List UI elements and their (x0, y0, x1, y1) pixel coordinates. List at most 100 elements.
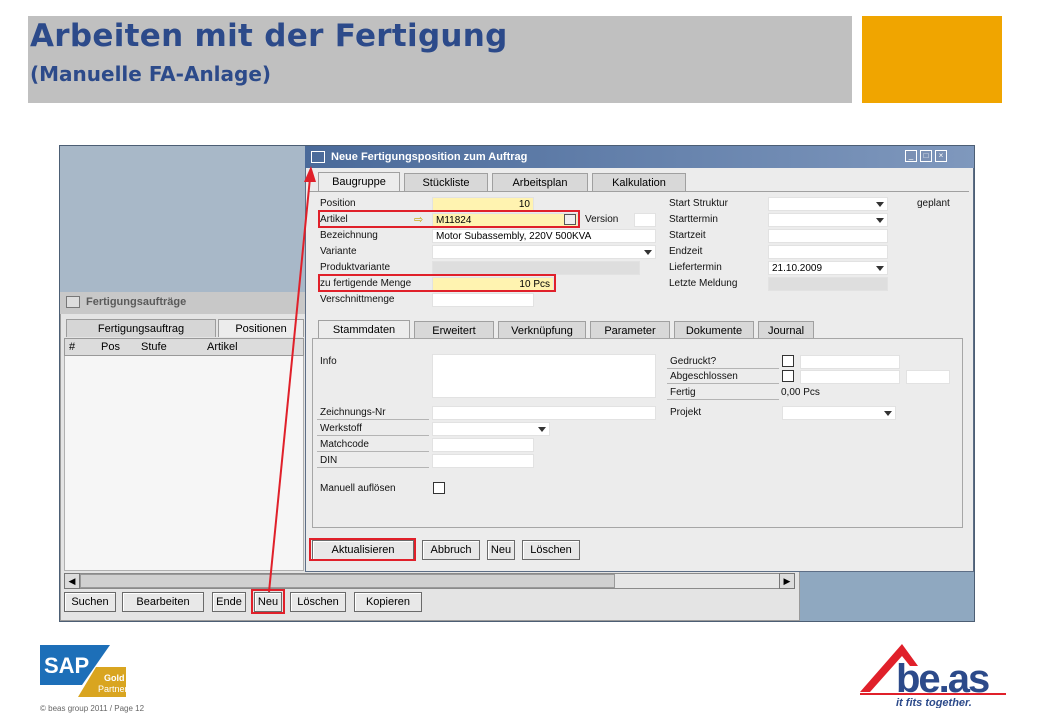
svg-text:Gold: Gold (104, 673, 125, 683)
scroll-left-icon[interactable]: ◀ (64, 573, 80, 589)
kopieren-button[interactable]: Kopieren (354, 592, 422, 612)
chevron-down-icon[interactable] (884, 411, 892, 416)
tab-erweitert[interactable]: Erweitert (414, 321, 494, 339)
suchen-button[interactable]: Suchen (64, 592, 116, 612)
projekt-select[interactable] (782, 406, 896, 420)
chevron-down-icon[interactable] (644, 250, 652, 255)
tab-journal[interactable]: Journal (758, 321, 814, 339)
din-field[interactable] (432, 454, 534, 468)
close-icon[interactable]: × (935, 150, 947, 162)
position-label: Position (320, 198, 356, 209)
scroll-thumb[interactable] (80, 574, 615, 588)
start-struktur-select[interactable] (768, 197, 888, 211)
abgeschlossen-field[interactable] (800, 370, 900, 384)
matchcode-label: Matchcode (317, 437, 429, 452)
accent-block (862, 16, 1002, 103)
gedruckt-label: Gedruckt? (667, 354, 779, 369)
verschnitt-label: Verschnittmenge (320, 294, 395, 305)
tab-verknuepfung[interactable]: Verknüpfung (498, 321, 586, 339)
manuell-aufloesen-label: Manuell auflösen (320, 483, 396, 494)
produktvariante-label: Produktvariante (320, 262, 391, 273)
din-label: DIN (317, 453, 429, 468)
tab-parameter[interactable]: Parameter (590, 321, 670, 339)
tab-dokumente[interactable]: Dokumente (674, 321, 754, 339)
gedruckt-field[interactable] (800, 355, 900, 369)
col-nr[interactable]: # (69, 341, 75, 353)
slide-title: Arbeiten mit der Fertigung (30, 18, 508, 54)
beas-logo: be.as it fits together. (860, 644, 1006, 708)
start-struktur-label: Start Struktur (669, 198, 728, 209)
tab-baugruppe[interactable]: Baugruppe (318, 172, 400, 192)
fertig-label: Fertig (667, 385, 779, 400)
position-field[interactable]: 10 (432, 197, 534, 211)
variante-select[interactable] (432, 245, 656, 259)
abgeschlossen-label: Abgeschlossen (667, 369, 779, 384)
variante-label: Variante (320, 246, 357, 257)
starttermin-label: Starttermin (669, 214, 718, 225)
letzte-meldung-label: Letzte Meldung (669, 278, 738, 289)
produktvariante-field (432, 261, 640, 275)
minimize-icon[interactable]: _ (905, 150, 917, 162)
maximize-icon[interactable]: □ (920, 150, 932, 162)
svg-text:be.as: be.as (896, 657, 989, 701)
zeichnungs-nr-label: Zeichnungs-Nr (317, 405, 429, 420)
svg-text:Partner: Partner (98, 684, 126, 694)
col-artikel[interactable]: Artikel (207, 341, 238, 353)
tab-arbeitsplan[interactable]: Arbeitsplan (492, 173, 588, 191)
menge-highlight (318, 274, 556, 292)
tab-stueckliste[interactable]: Stückliste (404, 173, 488, 191)
status-text: geplant (917, 198, 950, 209)
werkstoff-label: Werkstoff (317, 421, 429, 436)
endzeit-field[interactable] (768, 245, 888, 259)
version-field[interactable] (634, 213, 656, 227)
sap-gold-partner-logo: SAP Gold Partner (40, 645, 126, 697)
slide-subtitle: (Manuelle FA-Anlage) (30, 62, 272, 86)
svg-text:SAP: SAP (44, 653, 89, 678)
tab-kalkulation[interactable]: Kalkulation (592, 173, 686, 191)
dialog-loeschen-button[interactable]: Löschen (522, 540, 580, 560)
window-icon (66, 296, 80, 308)
chevron-down-icon[interactable] (876, 266, 884, 271)
gedruckt-checkbox[interactable] (782, 355, 794, 367)
abbruch-button[interactable]: Abbruch (422, 540, 480, 560)
footer-text: © beas group 2011 / Page 12 (40, 704, 145, 713)
tab-divider (309, 191, 969, 192)
bearbeiten-button[interactable]: Bearbeiten (122, 592, 204, 612)
chevron-down-icon[interactable] (876, 202, 884, 207)
version-label: Version (585, 214, 619, 225)
chevron-down-icon[interactable] (876, 218, 884, 223)
letzte-meldung-field (768, 277, 888, 291)
scroll-right-icon[interactable]: ▶ (779, 573, 795, 589)
tab-stammdaten[interactable]: Stammdaten (318, 320, 410, 340)
svg-text:it fits together.: it fits together. (896, 697, 972, 708)
dialog-neu-button[interactable]: Neu (487, 540, 515, 560)
bezeichnung-label: Bezeichnung (320, 230, 378, 241)
col-pos[interactable]: Pos (101, 341, 120, 353)
fertig-value: 0,00 Pcs (781, 387, 820, 398)
liefertermin-label: Liefertermin (669, 262, 722, 273)
starttermin-select[interactable] (768, 213, 888, 227)
ende-button[interactable]: Ende (212, 592, 246, 612)
abgeschlossen-extra-field[interactable] (906, 370, 950, 384)
artikel-highlight (318, 210, 580, 228)
matchcode-field[interactable] (432, 438, 534, 452)
tab-fertigungsauftrag[interactable]: Fertigungsauftrag (66, 319, 216, 337)
sap-background-strip (800, 572, 974, 621)
startzeit-field[interactable] (768, 229, 888, 243)
abgeschlossen-checkbox[interactable] (782, 370, 794, 382)
col-stufe[interactable]: Stufe (141, 341, 167, 353)
info-label: Info (320, 356, 337, 367)
liefertermin-select[interactable]: 21.10.2009 (768, 261, 888, 275)
startzeit-label: Startzeit (669, 230, 706, 241)
chevron-down-icon[interactable] (538, 427, 546, 432)
highlight-arrow (268, 166, 316, 593)
werkstoff-select[interactable] (432, 422, 550, 436)
endzeit-label: Endzeit (669, 246, 703, 257)
bezeichnung-field[interactable]: Motor Subassembly, 220V 500KVA (432, 229, 656, 243)
zeichnungs-nr-field[interactable] (432, 406, 656, 420)
verschnitt-field[interactable] (432, 293, 534, 307)
info-textarea[interactable] (432, 354, 656, 398)
projekt-label: Projekt (670, 407, 702, 418)
manuell-aufloesen-checkbox[interactable] (433, 482, 445, 494)
dialog-title: Neue Fertigungsposition zum Auftrag (305, 146, 974, 168)
